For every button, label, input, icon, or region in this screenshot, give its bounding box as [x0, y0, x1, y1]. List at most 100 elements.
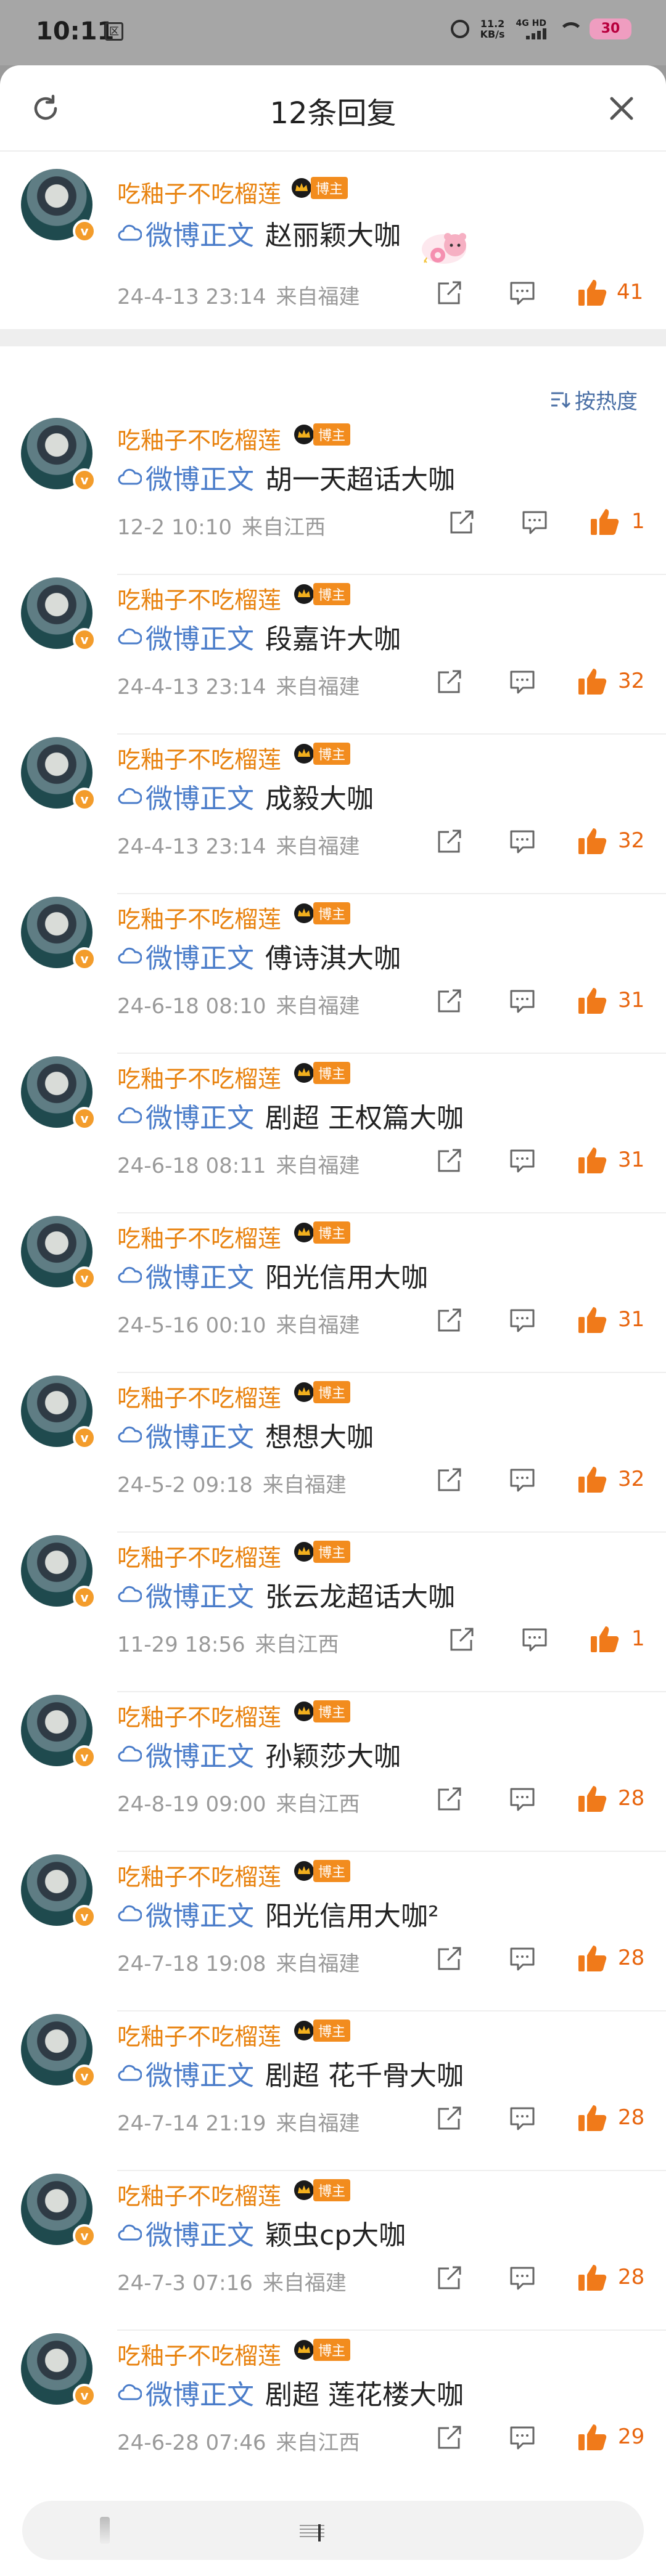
verified-badge-icon: v [73, 1586, 96, 1609]
like-icon[interactable] [577, 2422, 608, 2452]
avatar[interactable]: v [21, 737, 96, 811]
weibo-post-link[interactable]: 微博正文 [117, 457, 254, 497]
reply-text: 微博正文 想想大咖 [117, 1415, 374, 1454]
weibo-post-link[interactable]: 微博正文 [117, 1096, 254, 1135]
avatar[interactable]: v [21, 1854, 96, 1928]
reply-time: 12-2 10:10 [117, 515, 232, 540]
weibo-post-link[interactable]: 微博正文 [117, 617, 254, 656]
username[interactable]: 吃釉子不吃榴莲 [117, 1220, 281, 1253]
reply-icon[interactable] [509, 670, 535, 695]
reply-icon[interactable] [509, 829, 535, 854]
avatar[interactable]: v [21, 1535, 96, 1609]
like-count: 28 [618, 1786, 645, 1811]
weibo-post-link[interactable]: 微博正文 [117, 1255, 254, 1295]
avatar[interactable]: v [21, 1376, 96, 1449]
avatar[interactable]: v [21, 1695, 96, 1769]
share-icon[interactable] [437, 670, 462, 695]
like-icon[interactable] [577, 2262, 608, 2292]
reply-icon[interactable] [509, 1149, 535, 1173]
avatar[interactable]: v [21, 2174, 96, 2248]
like-icon[interactable] [577, 985, 608, 1015]
username[interactable]: 吃釉子不吃榴莲 [117, 2018, 281, 2052]
level-badge: 博主 [292, 423, 351, 446]
reply-time: 24-4-13 23:14 [117, 675, 266, 699]
share-icon[interactable] [437, 2266, 462, 2291]
weibo-post-link-label: 微博正文 [146, 783, 254, 815]
reply-icon[interactable] [509, 2106, 535, 2131]
reply-location: 来自福建 [276, 675, 360, 699]
weibo-post-link[interactable]: 微博正文 [117, 2213, 254, 2252]
avatar[interactable]: v [21, 577, 96, 651]
username[interactable]: 吃釉子不吃榴莲 [117, 422, 281, 455]
like-icon[interactable] [577, 1305, 608, 1334]
share-icon[interactable] [437, 2426, 462, 2450]
weibo-post-link[interactable]: 微博正文 [117, 1734, 254, 1774]
reply-icon[interactable] [522, 510, 548, 535]
username[interactable]: 吃釉子不吃榴莲 [117, 1698, 281, 1732]
reply-icon[interactable] [522, 1628, 548, 1652]
username[interactable]: 吃釉子不吃榴莲 [117, 581, 281, 615]
blogger-badge: 博主 [313, 902, 351, 924]
close-icon[interactable] [604, 91, 639, 126]
reply-icon[interactable] [509, 1468, 535, 1493]
weibo-post-link[interactable]: 微博正文 [117, 2373, 254, 2412]
username[interactable]: 吃釉子不吃榴莲 [117, 1060, 281, 1094]
share-icon[interactable] [437, 281, 462, 306]
weibo-post-link[interactable]: 微博正文 [117, 1575, 254, 1614]
weibo-post-link[interactable]: 微博正文 [117, 936, 254, 976]
avatar[interactable]: v [21, 1216, 96, 1290]
share-icon[interactable] [437, 1149, 462, 1173]
like-icon[interactable] [577, 277, 608, 307]
avatar[interactable]: v [21, 897, 96, 971]
like-icon[interactable] [577, 1943, 608, 1973]
username[interactable]: 吃釉子不吃榴莲 [117, 2177, 281, 2211]
like-icon[interactable] [577, 1464, 608, 1494]
share-icon[interactable] [449, 510, 475, 535]
reply-icon[interactable] [509, 1787, 535, 1812]
reply-icon[interactable] [509, 1308, 535, 1333]
reply-icon[interactable] [509, 1947, 535, 1971]
share-icon[interactable] [437, 1947, 462, 1971]
like-icon[interactable] [590, 507, 620, 536]
username[interactable]: 吃釉子不吃榴莲 [117, 1539, 281, 1573]
avatar[interactable]: v [21, 2014, 96, 2088]
reply-location: 来自福建 [276, 994, 360, 1019]
share-icon[interactable] [437, 2106, 462, 2131]
username[interactable]: 吃釉子不吃榴莲 [117, 1858, 281, 1892]
sort-toggle[interactable]: 按热度 [550, 385, 638, 415]
avatar[interactable]: v [21, 2333, 96, 2407]
avatar[interactable]: v [21, 1056, 96, 1130]
reply-icon[interactable] [509, 989, 535, 1014]
like-count: 31 [618, 988, 645, 1013]
reply-text: 微博正文 颖虫cp大咖 [117, 2213, 406, 2252]
weibo-post-link[interactable]: 微博正文 [117, 2053, 254, 2093]
like-icon[interactable] [590, 1624, 620, 1653]
weibo-post-link[interactable]: 微博正文 [117, 776, 254, 816]
share-icon[interactable] [437, 829, 462, 854]
reply-icon[interactable] [509, 2426, 535, 2450]
username[interactable]: 吃釉子不吃榴莲 [117, 741, 281, 775]
like-icon[interactable] [577, 1783, 608, 1813]
like-icon[interactable] [577, 826, 608, 855]
username[interactable]: 吃釉子不吃榴莲 [117, 1379, 281, 1413]
weibo-post-link[interactable]: 微博正文 [117, 213, 254, 253]
username[interactable]: 吃釉子不吃榴莲 [117, 175, 281, 209]
avatar[interactable]: v [21, 169, 96, 243]
reply-icon[interactable] [509, 281, 535, 306]
like-icon[interactable] [577, 2103, 608, 2132]
reply-icon[interactable] [509, 2266, 535, 2291]
weibo-post-link[interactable]: 微博正文 [117, 1894, 254, 1933]
share-icon[interactable] [437, 1787, 462, 1812]
share-icon[interactable] [449, 1628, 475, 1652]
like-icon[interactable] [577, 1145, 608, 1175]
share-icon[interactable] [437, 1308, 462, 1333]
weibo-post-link[interactable]: 微博正文 [117, 1415, 254, 1454]
avatar[interactable]: v [21, 418, 96, 492]
username[interactable]: 吃釉子不吃榴莲 [117, 900, 281, 934]
username[interactable]: 吃釉子不吃榴莲 [117, 2337, 281, 2371]
comment-input-bar[interactable] [22, 2501, 644, 2560]
share-icon[interactable] [437, 1468, 462, 1493]
blogger-badge: 博主 [313, 423, 351, 446]
like-icon[interactable] [577, 666, 608, 696]
share-icon[interactable] [437, 989, 462, 1014]
